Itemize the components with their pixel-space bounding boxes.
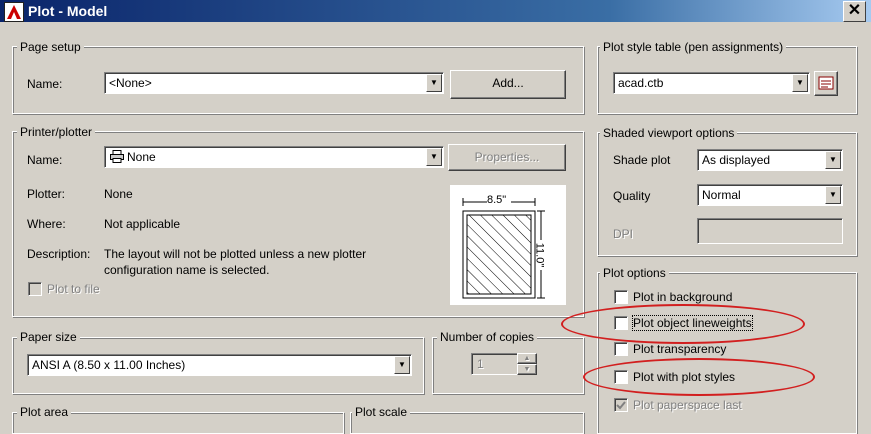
dpi-input[interactable] — [697, 218, 843, 244]
dpi-label: DPI — [613, 227, 634, 241]
quality-select[interactable]: Normal ▼ — [697, 184, 843, 206]
paper-preview: 8.5" 11.0" — [450, 185, 566, 305]
properties-button[interactable]: Properties... — [448, 144, 566, 171]
printer-name-label: Name: — [27, 153, 63, 167]
plot-scale-legend: Plot scale — [352, 405, 411, 419]
plotter-label: Plotter: — [27, 187, 66, 201]
printer-icon — [110, 150, 124, 166]
printer-plotter-legend: Printer/plotter — [17, 125, 96, 139]
shaded-viewport-legend: Shaded viewport options — [600, 126, 738, 140]
quality-value: Normal — [702, 188, 741, 202]
page-setup-name-label: Name: — [27, 77, 63, 91]
paper-preview-graphic — [462, 194, 548, 299]
description-label: Description: — [27, 247, 91, 261]
checkmark-icon — [616, 401, 626, 410]
shade-plot-value: As displayed — [702, 153, 771, 167]
preview-width-label: 8.5" — [487, 194, 507, 206]
chevron-down-icon[interactable]: ▼ — [394, 356, 410, 374]
title-bar: Plot - Model ✕ — [0, 0, 871, 22]
where-value: Not applicable — [104, 217, 181, 231]
printer-name-select[interactable]: None ▼ — [104, 146, 444, 168]
paper-size-select[interactable]: ANSI A (8.50 x 11.00 Inches) ▼ — [27, 354, 412, 376]
copies-value: 1 — [477, 357, 484, 371]
plot-to-file-label: Plot to file — [47, 282, 100, 296]
page-setup-legend: Page setup — [17, 40, 84, 54]
plot-paperspace-last-label: Plot paperspace last — [633, 398, 742, 412]
chevron-down-icon[interactable]: ▼ — [825, 186, 841, 204]
description-line-1: The layout will not be plotted unless a … — [104, 247, 367, 261]
plot-transparency-checkbox[interactable] — [614, 342, 628, 356]
copies-spinner[interactable]: ▲ ▼ — [517, 353, 537, 375]
close-button[interactable]: ✕ — [843, 1, 866, 22]
highlight-oval-lineweights — [561, 304, 805, 344]
highlight-oval-plot-styles — [583, 358, 815, 396]
add-button[interactable]: Add... — [450, 70, 566, 99]
page-setup-name-value: <None> — [109, 76, 152, 90]
chevron-down-icon[interactable]: ▼ — [825, 151, 841, 169]
plot-style-editor-icon — [818, 76, 834, 90]
printer-name-value: None — [127, 150, 156, 164]
preview-height-label: 11.0" — [533, 242, 546, 268]
plot-style-table-legend: Plot style table (pen assignments) — [600, 40, 787, 54]
plot-in-background-label: Plot in background — [633, 290, 733, 304]
plot-in-background-checkbox[interactable] — [614, 290, 628, 304]
quality-label: Quality — [613, 189, 651, 203]
window-title: Plot - Model — [28, 3, 108, 19]
chevron-down-icon[interactable]: ▼ — [426, 74, 442, 92]
edit-plot-style-button[interactable] — [814, 71, 838, 96]
plot-style-table-select[interactable]: acad.ctb ▼ — [613, 72, 810, 94]
autocad-logo-icon — [4, 2, 24, 22]
copies-legend: Number of copies — [437, 330, 538, 344]
plot-area-legend: Plot area — [17, 405, 72, 419]
plotter-value: None — [104, 187, 133, 201]
shade-plot-label: Shade plot — [613, 153, 671, 167]
chevron-down-icon[interactable]: ▼ — [792, 74, 808, 92]
page-setup-name-select[interactable]: <None> ▼ — [104, 72, 444, 94]
chevron-down-icon[interactable]: ▼ — [426, 148, 442, 166]
paper-size-value: ANSI A (8.50 x 11.00 Inches) — [32, 358, 186, 372]
shade-plot-select[interactable]: As displayed ▼ — [697, 149, 843, 171]
plot-style-table-value: acad.ctb — [618, 76, 664, 90]
where-label: Where: — [27, 217, 66, 231]
paper-size-legend: Paper size — [17, 330, 80, 344]
plot-to-file-checkbox[interactable] — [28, 282, 42, 296]
plot-transparency-label: Plot transparency — [633, 342, 727, 356]
spin-up-icon[interactable]: ▲ — [517, 353, 537, 364]
description-line-2: configuration name is selected. — [104, 263, 270, 277]
plot-paperspace-last-checkbox[interactable] — [614, 398, 628, 412]
plot-options-legend: Plot options — [600, 266, 669, 280]
spin-down-icon[interactable]: ▼ — [517, 364, 537, 375]
copies-input[interactable]: 1 — [471, 353, 518, 375]
